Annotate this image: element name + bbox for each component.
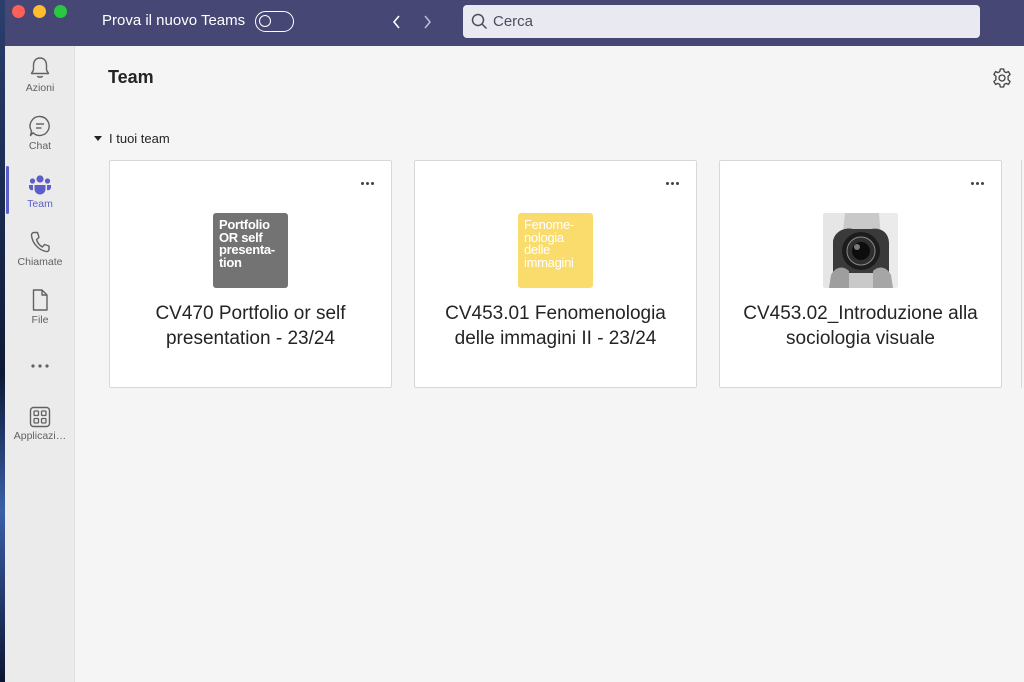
rail-item-chat[interactable]: Chat <box>5 112 75 164</box>
more-dot <box>360 181 364 185</box>
chevron-right-icon <box>424 15 432 29</box>
rail-label-files: File <box>31 314 49 326</box>
more-dot <box>670 181 674 185</box>
teams-window: Prova il nuovo Teams Cerca Azioni Chat T… <box>5 0 1024 682</box>
settings-button[interactable] <box>991 67 1013 89</box>
more-dot <box>665 181 669 185</box>
new-teams-toggle[interactable] <box>255 11 294 32</box>
search-box[interactable] <box>463 5 980 38</box>
rail-label-chat: Chat <box>28 140 52 152</box>
rail-label-calls: Chiamate <box>17 256 63 268</box>
back-button[interactable] <box>386 10 408 34</box>
window-minimize-button[interactable] <box>33 5 46 18</box>
rail-label-apps: Applicazi… <box>13 430 67 442</box>
rail-label-teams: Team <box>27 198 53 210</box>
main-content: Team I tuoi team Portfolio OR self prese… <box>76 46 1024 682</box>
more-dot <box>365 181 369 185</box>
team-more-options-button[interactable] <box>357 173 377 193</box>
team-name: CV470 Portfolio or self presentation - 2… <box>155 303 346 349</box>
chat-icon <box>29 115 50 137</box>
more-icon <box>31 364 49 368</box>
forward-button[interactable] <box>416 10 438 34</box>
rail-item-apps[interactable]: Applicazi… <box>5 402 75 454</box>
team-avatar-text: Portfolio OR self presenta- tion <box>219 217 275 270</box>
team-more-options-button[interactable] <box>662 173 682 193</box>
rail-item-activity[interactable]: Azioni <box>5 54 75 106</box>
rail-item-calls[interactable]: Chiamate <box>5 228 75 280</box>
caret-down-icon <box>94 136 102 141</box>
team-avatar-photo <box>823 213 898 288</box>
gear-icon <box>993 68 1011 88</box>
your-teams-section-toggle[interactable]: I tuoi team <box>94 131 170 146</box>
file-icon <box>32 289 48 311</box>
rail-item-more[interactable] <box>5 346 75 398</box>
camera-photo-image <box>823 213 898 288</box>
more-dot <box>970 181 974 185</box>
team-avatar: Portfolio OR self presenta- tion <box>213 213 288 288</box>
more-dot <box>370 181 374 185</box>
title-bar: Prova il nuovo Teams <box>5 0 1024 46</box>
team-avatar: Fenome- nologia delle immagini <box>518 213 593 288</box>
search-icon <box>471 13 488 30</box>
toggle-knob <box>259 15 271 27</box>
rail-item-teams[interactable]: Team <box>5 170 75 222</box>
rail-item-files[interactable]: File <box>5 286 75 338</box>
more-dot <box>975 181 979 185</box>
phone-icon <box>30 231 50 253</box>
more-dot <box>675 181 679 185</box>
section-label: I tuoi team <box>109 131 170 146</box>
page-title: Team <box>108 67 154 87</box>
search-input[interactable] <box>493 5 963 38</box>
team-avatar-text: Fenome- nologia delle immagini <box>524 217 574 270</box>
rail-label-activity: Azioni <box>25 82 55 94</box>
team-card[interactable]: Portfolio OR self presenta- tion CV470 P… <box>109 160 392 388</box>
apps-icon <box>29 406 51 428</box>
team-name: CV453.01 Fenomenologia delle immagini II… <box>445 303 666 349</box>
teams-icon <box>29 175 51 195</box>
team-card[interactable]: CV453.02_Introduzione alla sociologia vi… <box>719 160 1002 388</box>
bell-icon <box>30 57 50 78</box>
team-card[interactable]: Fenome- nologia delle immagini CV453.01 … <box>414 160 697 388</box>
try-new-teams-label: Prova il nuovo Teams <box>102 12 246 29</box>
team-name: CV453.02_Introduzione alla sociologia vi… <box>743 303 978 349</box>
team-more-options-button[interactable] <box>967 173 987 193</box>
window-maximize-button[interactable] <box>54 5 67 18</box>
chevron-left-icon <box>392 15 400 29</box>
window-close-button[interactable] <box>12 5 25 18</box>
app-bar: Azioni Chat Team Chiamate File Applicazi… <box>5 46 75 682</box>
more-dot <box>980 181 984 185</box>
